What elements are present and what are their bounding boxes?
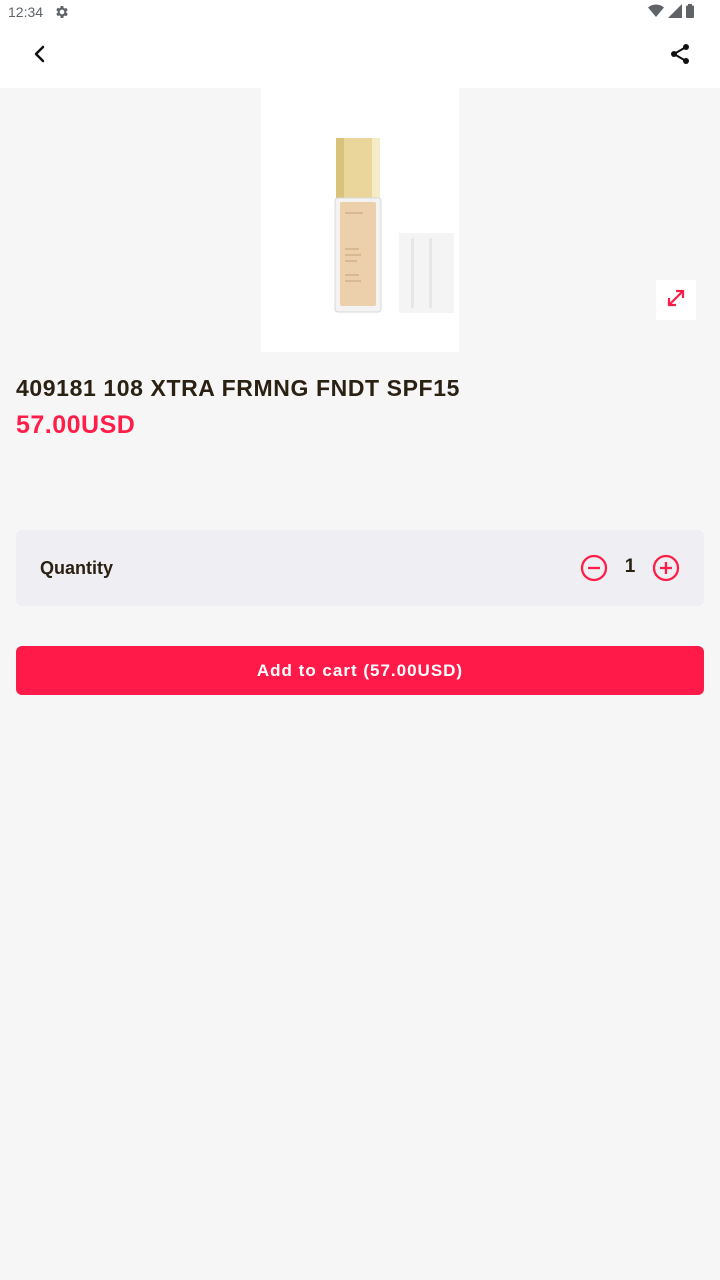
status-time: 12:34 <box>8 4 44 20</box>
wifi-icon <box>648 4 664 18</box>
share-button[interactable] <box>660 36 700 76</box>
quantity-selector: Quantity 1 <box>16 530 704 606</box>
signal-icon <box>668 4 682 18</box>
quantity-label: Quantity <box>40 558 114 578</box>
plus-circle-icon[interactable] <box>650 552 682 584</box>
product-image-area <box>0 88 720 352</box>
battery-icon <box>686 4 694 18</box>
back-button[interactable] <box>20 36 60 76</box>
status-bar: 12:34 <box>0 0 720 24</box>
chevron-left-icon <box>30 44 50 69</box>
status-icons <box>648 4 694 18</box>
app-bar <box>0 24 720 88</box>
product-title: 409181 108 XTRA FRMNG FNDT SPF15 <box>16 375 460 401</box>
add-to-cart-button[interactable]: Add to cart (57.00USD) <box>16 646 704 695</box>
quantity-value: 1 <box>624 556 636 577</box>
foundation-bottle-image <box>261 88 459 352</box>
minus-circle-icon[interactable] <box>578 552 610 584</box>
gear-icon <box>54 4 70 20</box>
share-icon <box>669 43 691 70</box>
product-image[interactable] <box>261 88 459 352</box>
expand-button[interactable] <box>656 280 696 320</box>
expand-icon <box>665 287 687 314</box>
product-price: 57.00USD <box>16 411 136 439</box>
